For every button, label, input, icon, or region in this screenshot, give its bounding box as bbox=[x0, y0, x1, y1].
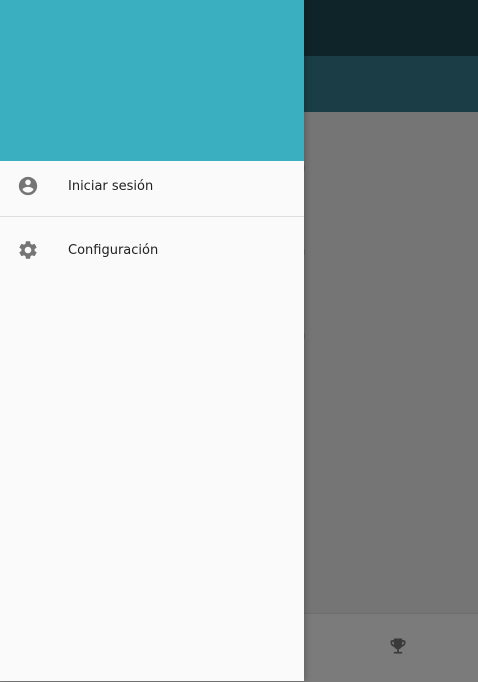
account-circle-icon bbox=[17, 175, 39, 197]
drawer-item-settings[interactable]: Configuración bbox=[0, 225, 304, 275]
drawer-item-label: Configuración bbox=[68, 242, 159, 258]
drawer-item-label: Iniciar sesión bbox=[68, 178, 154, 194]
gear-icon bbox=[17, 239, 39, 261]
trophy-icon[interactable] bbox=[388, 636, 408, 656]
drawer-item-login[interactable]: Iniciar sesión bbox=[0, 161, 304, 211]
drawer-header bbox=[0, 0, 304, 161]
navigation-drawer: Iniciar sesión Configuración bbox=[0, 0, 304, 681]
drawer-divider bbox=[0, 216, 304, 217]
